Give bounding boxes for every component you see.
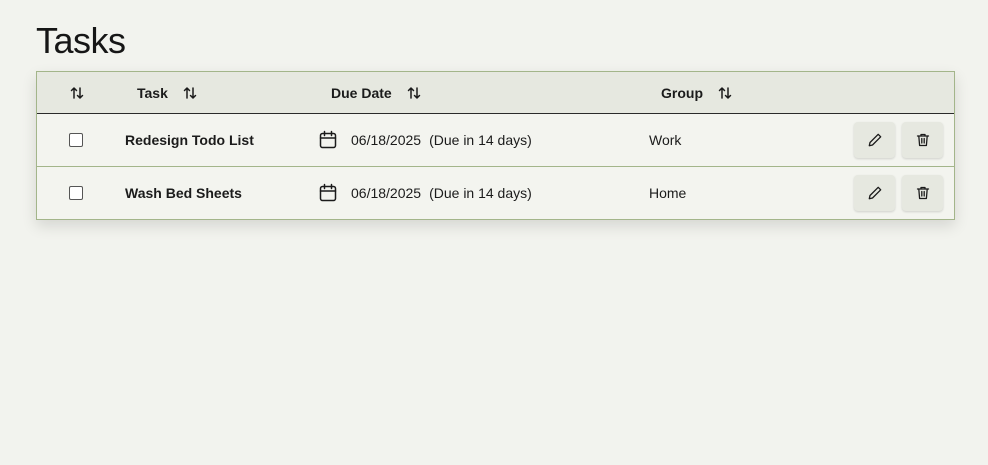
edit-button[interactable] <box>854 175 895 211</box>
calendar-icon <box>319 130 337 149</box>
task-group: Home <box>649 185 687 201</box>
sort-arrows-icon <box>718 86 732 99</box>
sort-by-task-button[interactable]: Task <box>137 72 198 113</box>
task-name: Redesign Todo List <box>125 132 254 148</box>
due-date-cell: 06/18/2025 (Due in 14 days) <box>318 167 532 219</box>
row-actions <box>854 175 943 211</box>
table-header: Task Due Date Group <box>37 72 954 114</box>
delete-button[interactable] <box>902 122 943 158</box>
due-relative: (Due in 14 days) <box>429 132 532 148</box>
row-actions <box>854 122 943 158</box>
header-group-label: Group <box>661 84 703 101</box>
sort-by-due-date-button[interactable]: Due Date <box>331 72 422 113</box>
task-group: Work <box>649 132 682 148</box>
sort-arrows-icon <box>70 86 84 99</box>
task-name: Wash Bed Sheets <box>125 185 242 201</box>
header-due-date-label: Due Date <box>331 84 392 101</box>
due-date-cell: 06/18/2025 (Due in 14 days) <box>318 114 532 166</box>
sort-arrows-icon <box>183 86 197 99</box>
sort-by-group-button[interactable]: Group <box>661 72 733 113</box>
pencil-icon <box>868 186 881 200</box>
due-relative: (Due in 14 days) <box>429 185 532 201</box>
due-date: 06/18/2025 <box>351 132 422 148</box>
table-row: Redesign Todo List 06/18/2025 (Due in 14… <box>37 114 954 167</box>
delete-button[interactable] <box>902 175 943 211</box>
calendar-icon <box>319 183 337 202</box>
sort-by-completed-button[interactable] <box>69 72 85 113</box>
page-title: Tasks <box>36 20 126 61</box>
header-task-label: Task <box>137 84 168 101</box>
due-date: 06/18/2025 <box>351 185 422 201</box>
trash-icon <box>916 133 929 147</box>
task-complete-checkbox[interactable] <box>69 186 83 200</box>
task-complete-checkbox[interactable] <box>69 133 83 147</box>
sort-arrows-icon <box>407 86 420 99</box>
tasks-table: Task Due Date Group Redesign Todo List 0… <box>36 71 955 220</box>
trash-icon <box>916 186 929 200</box>
table-row: Wash Bed Sheets 06/18/2025 (Due in 14 da… <box>37 167 954 219</box>
pencil-icon <box>868 133 881 147</box>
edit-button[interactable] <box>854 122 895 158</box>
